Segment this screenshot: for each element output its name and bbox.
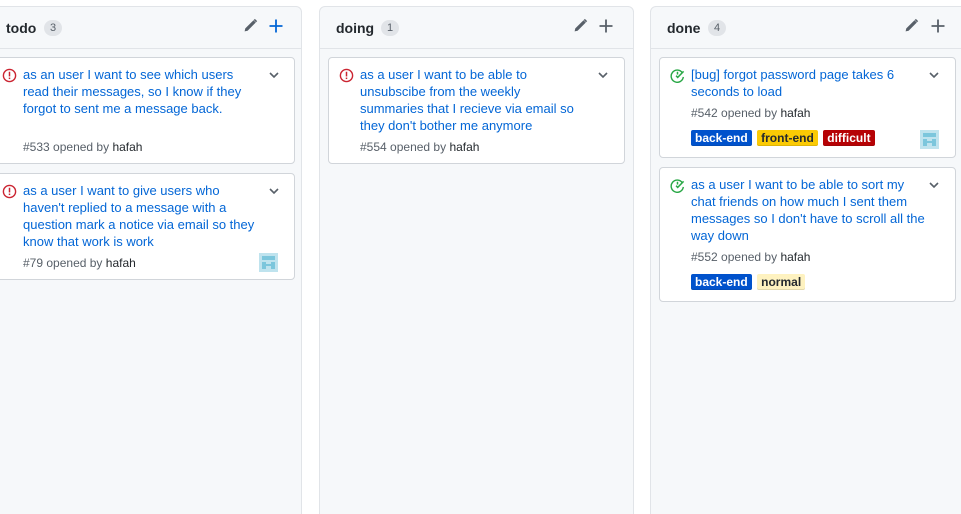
column-done: done 4 [bug] forgot password page takes … — [650, 6, 961, 514]
chevron-down-icon[interactable] — [268, 184, 280, 196]
issue-opened-icon — [2, 184, 17, 199]
issue-meta: #554 opened by hafah — [360, 140, 479, 154]
issue-number: #554 — [360, 140, 387, 154]
issue-author-link[interactable]: hafah — [780, 250, 810, 264]
opened-by-text: opened by — [53, 140, 110, 154]
issue-title-link[interactable]: [bug] forgot password page takes 6 secon… — [691, 66, 926, 100]
label-difficult[interactable]: difficult — [823, 130, 875, 146]
column-card-count: 3 — [44, 20, 62, 36]
label-list: back-end front-end difficult — [691, 129, 876, 147]
column-title: done — [667, 20, 701, 36]
issue-card[interactable]: as a user I want to give users who haven… — [0, 173, 295, 280]
chevron-down-icon[interactable] — [928, 68, 940, 80]
column-card-count: 4 — [708, 20, 726, 36]
issue-card[interactable]: as a user I want to be able to unsubscib… — [328, 57, 625, 164]
issue-meta: #542 opened by hafah — [691, 106, 810, 120]
assignee-avatar[interactable] — [259, 253, 278, 272]
issue-title-link[interactable]: as a user I want to be able to sort my c… — [691, 176, 926, 244]
opened-by-text: opened by — [721, 250, 778, 264]
issue-number: #552 — [691, 250, 718, 264]
opened-by-text: opened by — [721, 106, 778, 120]
column-header: done 4 — [651, 7, 961, 49]
opened-by-text: opened by — [46, 256, 103, 270]
column-card-count: 1 — [381, 20, 399, 36]
column-title: doing — [336, 20, 375, 36]
label-back-end[interactable]: back-end — [691, 130, 752, 146]
issue-meta: #533 opened by hafah — [23, 140, 142, 154]
issue-author-link[interactable]: hafah — [780, 106, 810, 120]
column-title: todo — [6, 20, 37, 36]
issue-number: #79 — [23, 256, 44, 270]
issue-closed-icon — [670, 68, 685, 83]
issue-meta: #79 opened by hafah — [23, 256, 136, 270]
issue-closed-icon — [670, 178, 685, 193]
issue-number: #533 — [23, 140, 50, 154]
issue-card[interactable]: as an user I want to see which users rea… — [0, 57, 295, 164]
label-front-end[interactable]: front-end — [757, 130, 818, 146]
issue-author-link[interactable]: hafah — [106, 256, 136, 270]
opened-by-text: opened by — [390, 140, 447, 154]
label-normal[interactable]: normal — [757, 274, 806, 290]
pencil-icon[interactable] — [903, 18, 923, 38]
chevron-down-icon[interactable] — [597, 68, 609, 80]
assignee-avatar[interactable] — [920, 130, 939, 149]
column-doing: doing 1 as a user I want to be able to u… — [319, 6, 634, 514]
label-back-end[interactable]: back-end — [691, 274, 752, 290]
column-header: doing 1 — [320, 7, 633, 49]
label-list: back-end normal — [691, 273, 806, 291]
issue-author-link[interactable]: hafah — [112, 140, 142, 154]
pencil-icon[interactable] — [572, 18, 592, 38]
chevron-down-icon[interactable] — [268, 68, 280, 80]
plus-icon[interactable] — [930, 18, 950, 38]
issue-author-link[interactable]: hafah — [449, 140, 479, 154]
column-header: todo 3 — [0, 7, 301, 49]
plus-icon[interactable] — [268, 18, 288, 38]
issue-title-link[interactable]: as a user I want to be able to unsubscib… — [360, 66, 585, 134]
plus-icon[interactable] — [598, 18, 618, 38]
issue-number: #542 — [691, 106, 718, 120]
issue-opened-icon — [339, 68, 354, 83]
pencil-icon[interactable] — [242, 18, 262, 38]
issue-card[interactable]: as a user I want to be able to sort my c… — [659, 167, 956, 302]
issue-title-link[interactable]: as an user I want to see which users rea… — [23, 66, 258, 117]
issue-meta: #552 opened by hafah — [691, 250, 810, 264]
issue-card[interactable]: [bug] forgot password page takes 6 secon… — [659, 57, 956, 158]
chevron-down-icon[interactable] — [928, 178, 940, 190]
column-todo: todo 3 as an user I want to see which us… — [0, 6, 302, 514]
project-board: todo 3 as an user I want to see which us… — [0, 0, 961, 514]
issue-opened-icon — [2, 68, 17, 83]
issue-title-link[interactable]: as a user I want to give users who haven… — [23, 182, 263, 250]
